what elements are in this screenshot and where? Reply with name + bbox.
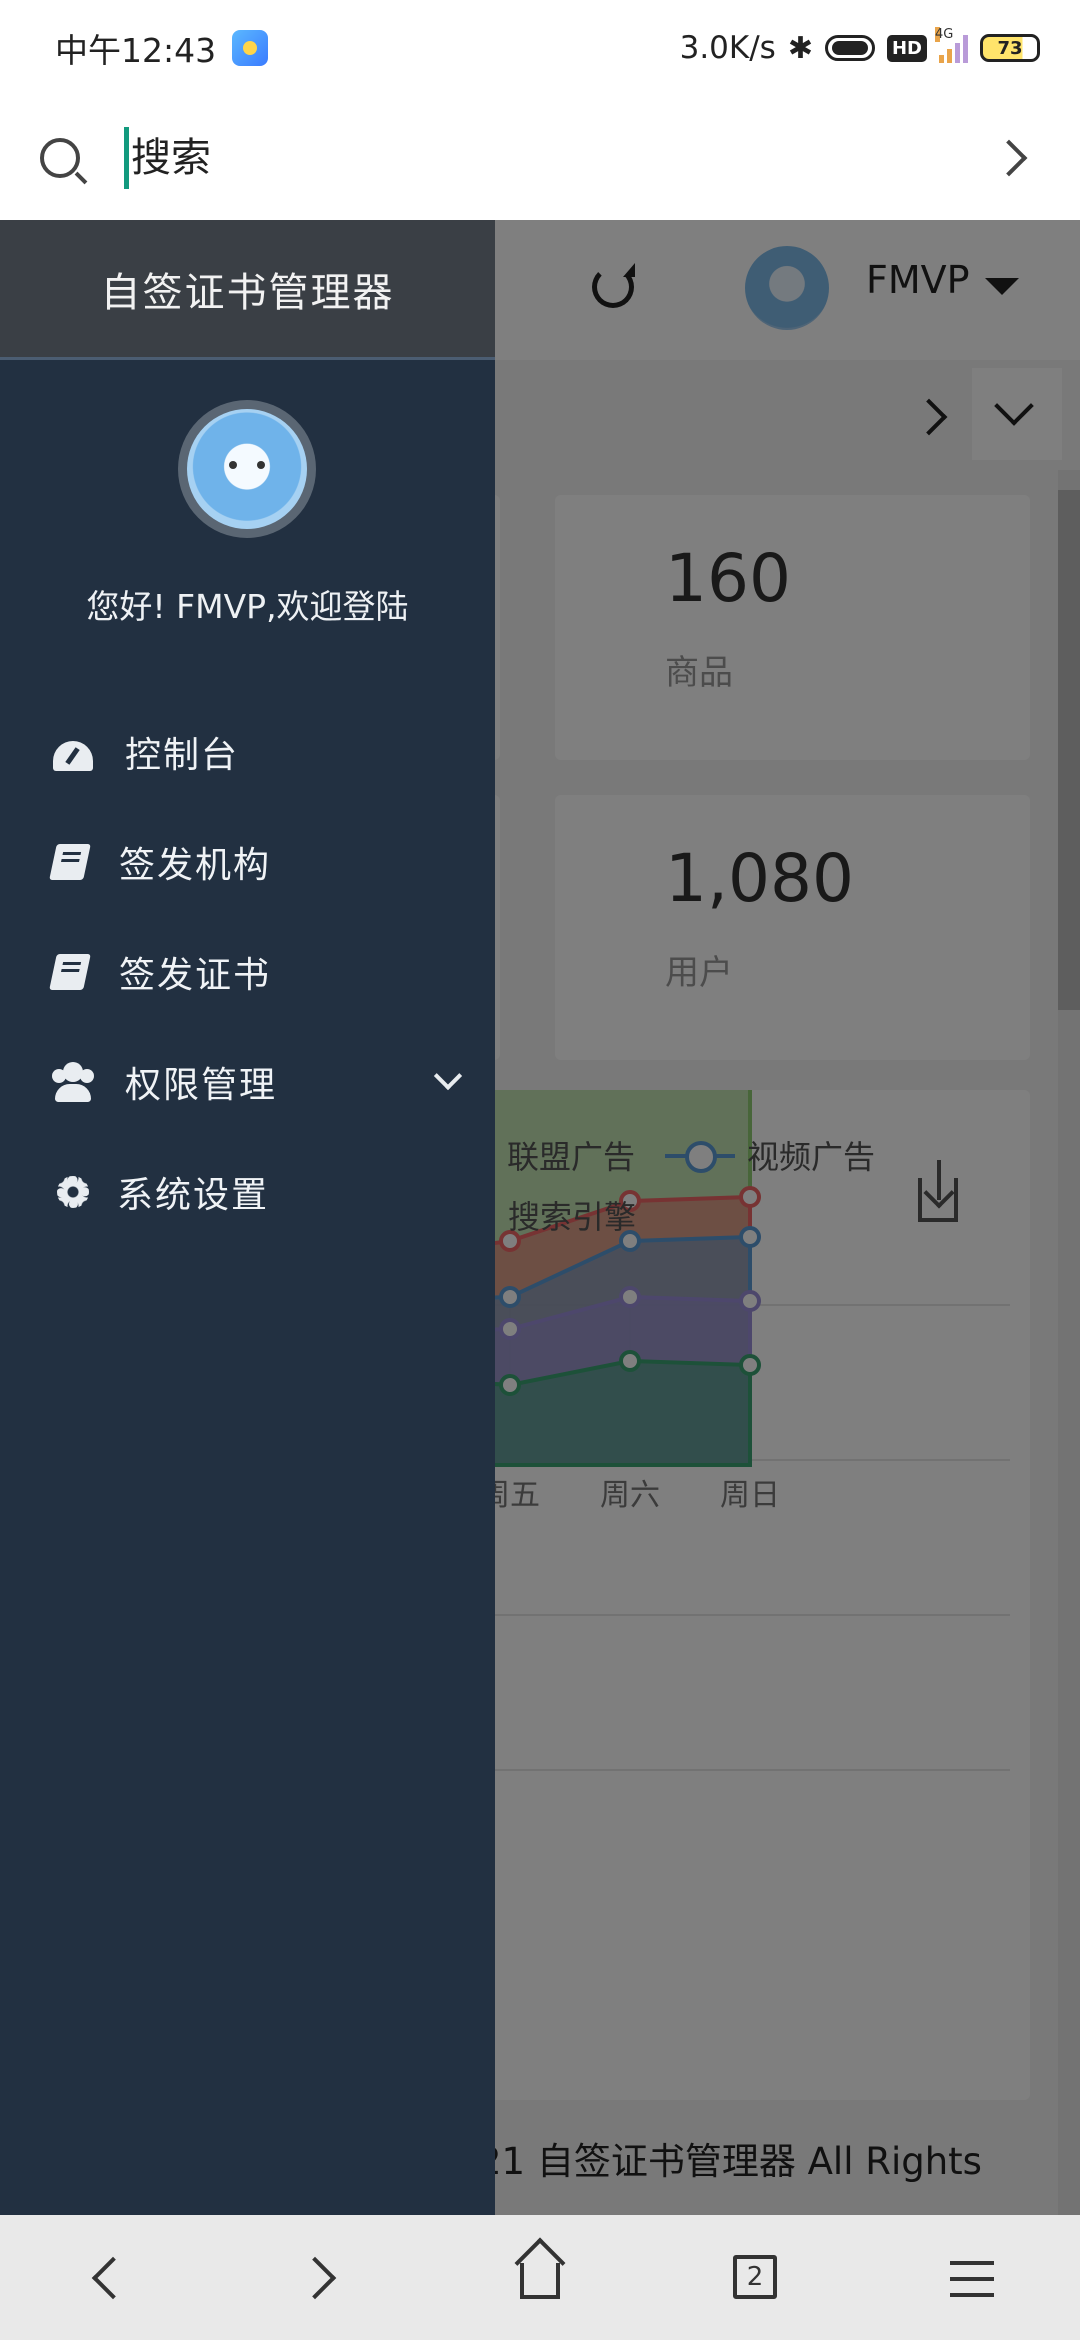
tabs-icon[interactable]: 2 [733,2255,777,2299]
sidebar-item-issuer[interactable]: 签发机构 [0,812,495,912]
sidebar-item-settings[interactable]: 系统设置 [0,1142,495,1242]
status-time: 中午12:43 [55,31,217,70]
avatar-image [187,409,307,529]
user-avatar [178,400,316,538]
sidebar-drawer: 自签证书管理器 您好! FMVP,欢迎登陆 控制台 签发机构 签发证书 权限管理… [0,220,495,2215]
signal-icon: 4G [935,27,968,63]
forward-icon[interactable] [293,2256,337,2300]
welcome-text: 您好! FMVP,欢迎登陆 [86,587,409,626]
sidebar-item-label: 签发机构 [119,845,272,886]
book-icon [49,844,91,880]
bluetooth-icon: ✱ [787,30,813,66]
dashboard-icon [53,741,93,771]
status-bar: 中午12:43 3.0K/s ✱ HD 4G 73 [0,0,1080,96]
users-icon [53,1062,93,1102]
gear-icon [57,1176,89,1208]
chevron-right-icon[interactable] [990,139,1028,177]
sidebar-item-certificates[interactable]: 签发证书 [0,922,495,1022]
sidebar-item-permissions[interactable]: 权限管理 [0,1032,495,1132]
network-type: 4G [935,27,954,42]
app-title: 自签证书管理器 [100,269,395,316]
status-indicators: 3.0K/s ✱ HD 4G 73 [679,27,1040,66]
chevron-down-icon [433,1061,463,1091]
hd-icon: HD [886,34,927,62]
browser-search-bar: 搜索 [0,96,1080,220]
browser-nav-bar: 2 [0,2215,1080,2340]
home-icon[interactable] [520,2263,560,2299]
menu-icon[interactable] [950,2261,994,2265]
search-icon[interactable] [40,138,80,178]
book-icon [49,954,91,990]
sidebar-item-dashboard[interactable]: 控制台 [0,702,495,802]
gallery-app-icon [232,30,269,66]
battery-icon: 73 [980,34,1040,62]
drawer-header: 自签证书管理器 [0,220,495,360]
sidebar-item-label: 签发证书 [119,955,272,996]
toggle-icon [824,35,875,61]
web-app: FMVP 160 商品 1,080 用户 934129013301320周四周五… [0,220,1080,2215]
sidebar-item-label: 权限管理 [125,1065,278,1106]
sidebar-item-label: 系统设置 [117,1175,270,1216]
network-speed: 3.0K/s [679,30,776,66]
sidebar-item-label: 控制台 [125,735,240,776]
back-icon[interactable] [91,2256,135,2300]
search-input[interactable]: 搜索 [124,127,211,189]
